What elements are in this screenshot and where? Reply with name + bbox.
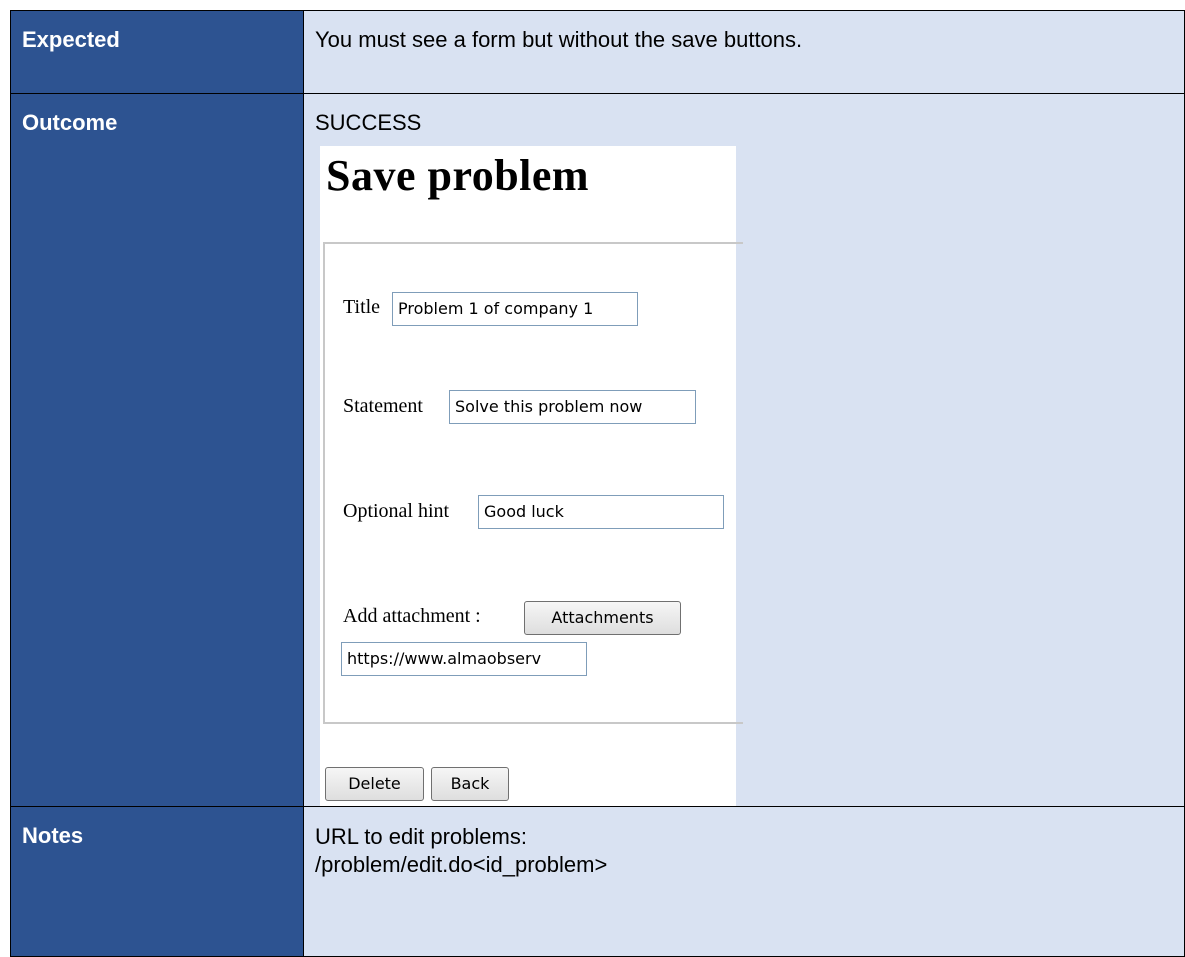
form-fieldset: Title Problem 1 of company 1 Statement S… <box>323 242 743 724</box>
test-case-table: Expected You must see a form but without… <box>10 10 1185 957</box>
hint-input[interactable]: Good luck <box>478 495 724 529</box>
statement-input[interactable]: Solve this problem now <box>449 390 696 424</box>
outcome-cell: SUCCESS Save problem Title Problem 1 of … <box>303 93 1185 807</box>
title-input[interactable]: Problem 1 of company 1 <box>392 292 638 326</box>
notes-line-2: /problem/edit.do<id_problem> <box>315 852 608 877</box>
hint-label: Optional hint <box>343 500 450 522</box>
notes-label: Notes <box>10 806 304 957</box>
notes-cell: URL to edit problems: /problem/edit.do<i… <box>303 806 1185 957</box>
expected-row: Expected You must see a form but without… <box>10 10 1185 94</box>
outcome-row: Outcome SUCCESS Save problem Title Probl… <box>10 93 1185 807</box>
embedded-screenshot: Save problem Title Problem 1 of company … <box>320 146 743 806</box>
notes-row: Notes URL to edit problems: /problem/edi… <box>10 806 1185 957</box>
statement-label: Statement <box>343 395 423 417</box>
notes-line-1: URL to edit problems: <box>315 824 527 849</box>
title-label: Title <box>343 296 381 318</box>
outcome-label: Outcome <box>10 93 304 807</box>
form-heading: Save problem <box>326 151 590 200</box>
expected-value: You must see a form but without the save… <box>303 10 1185 94</box>
expected-label: Expected <box>10 10 304 94</box>
attachment-url-input[interactable]: https://www.almaobserv <box>341 642 587 676</box>
attachment-label: Add attachment : <box>343 605 481 627</box>
attachments-button[interactable]: Attachments <box>524 601 681 635</box>
delete-button[interactable]: Delete <box>325 767 424 801</box>
back-button[interactable]: Back <box>431 767 509 801</box>
outcome-value: SUCCESS <box>315 110 422 135</box>
